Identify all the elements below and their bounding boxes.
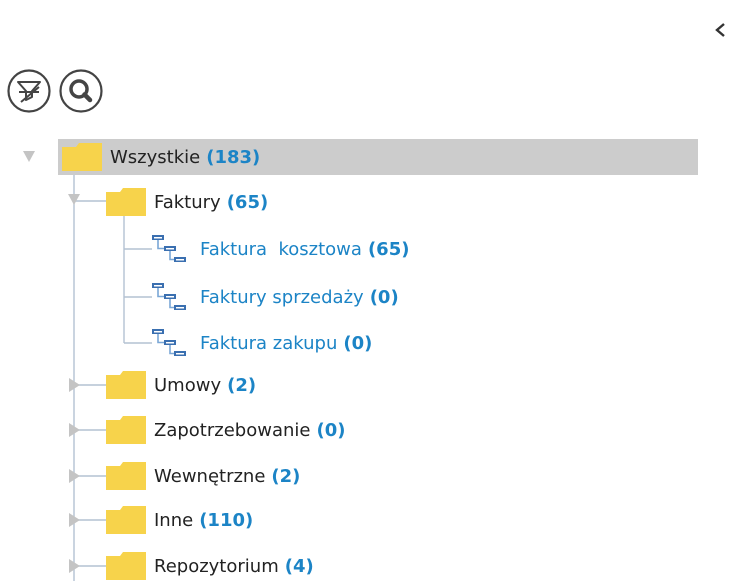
tree-node-label: Inne (110) bbox=[154, 510, 253, 531]
report-icon bbox=[152, 235, 186, 262]
node-count: (65) bbox=[367, 238, 410, 260]
tree-node-label: Faktury (65) bbox=[154, 192, 268, 213]
node-name: Repozytorium bbox=[154, 555, 279, 577]
node-name: Zapotrzebowanie bbox=[154, 419, 311, 441]
folder-icon bbox=[106, 462, 146, 490]
tree-node-faktury[interactable]: Faktury (65) bbox=[106, 184, 268, 220]
folder-icon bbox=[106, 552, 146, 580]
triangle-down-icon[interactable] bbox=[67, 193, 83, 207]
folder-icon bbox=[106, 416, 146, 444]
node-name: Faktura zakupu bbox=[200, 332, 338, 354]
node-name: Inne bbox=[154, 509, 194, 531]
node-count: (2) bbox=[271, 465, 301, 487]
node-name: Umowy bbox=[154, 374, 222, 396]
tree-node-label: Umowy (2) bbox=[154, 375, 256, 396]
tree-node-repozytorium[interactable]: Repozytorium (4) bbox=[106, 548, 314, 584]
triangle-right-icon[interactable] bbox=[68, 377, 82, 393]
tree-node-zapotrzebowanie[interactable]: Zapotrzebowanie (0) bbox=[106, 412, 345, 448]
tree-node-label: Wewnętrzne (2) bbox=[154, 466, 300, 487]
node-count: (2) bbox=[227, 374, 257, 396]
tree-node-umowy[interactable]: Umowy (2) bbox=[106, 367, 256, 403]
folder-icon bbox=[106, 188, 146, 216]
tree-node-faktury-sprzedazy[interactable]: Faktury sprzedaży (0) bbox=[150, 279, 399, 315]
node-count: (0) bbox=[343, 332, 373, 354]
tree-node-label: Repozytorium (4) bbox=[154, 556, 314, 577]
node-count: (110) bbox=[199, 509, 254, 531]
tree-node-faktura-zakupu[interactable]: Faktura zakupu (0) bbox=[150, 325, 372, 361]
node-name: Faktury bbox=[154, 191, 221, 213]
node-count: (4) bbox=[284, 555, 314, 577]
node-count: (0) bbox=[369, 286, 399, 308]
tree-node-faktura-kosztowa[interactable]: Faktura kosztowa (65) bbox=[150, 231, 409, 267]
report-icon bbox=[152, 329, 186, 356]
tree-node-label: Faktura kosztowa (65) bbox=[200, 239, 409, 260]
node-name: Wszystkie bbox=[110, 146, 201, 168]
triangle-down-icon[interactable] bbox=[22, 150, 38, 164]
node-name: Faktura kosztowa bbox=[200, 238, 362, 260]
node-count: (65) bbox=[226, 191, 269, 213]
tree-node-label: Faktura zakupu (0) bbox=[200, 333, 372, 354]
node-name: Wewnętrzne bbox=[154, 465, 266, 487]
tree-node-inne[interactable]: Inne (110) bbox=[106, 502, 253, 538]
folder-icon bbox=[106, 506, 146, 534]
triangle-right-icon[interactable] bbox=[68, 558, 82, 574]
folder-icon bbox=[106, 371, 146, 399]
triangle-right-icon[interactable] bbox=[68, 468, 82, 484]
folder-icon bbox=[62, 143, 102, 171]
triangle-right-icon[interactable] bbox=[68, 422, 82, 438]
tree-node-wewnetrzne[interactable]: Wewnętrzne (2) bbox=[106, 458, 300, 494]
tree-node-label: Zapotrzebowanie (0) bbox=[154, 420, 345, 441]
node-count: (183) bbox=[206, 146, 261, 168]
triangle-right-icon[interactable] bbox=[68, 512, 82, 528]
tree-node-wszystkie[interactable]: Wszystkie (183) bbox=[58, 139, 698, 175]
node-count: (0) bbox=[316, 419, 346, 441]
tree-node-label: Faktury sprzedaży (0) bbox=[200, 287, 399, 308]
node-name: Faktury sprzedaży bbox=[200, 286, 364, 308]
tree-node-label: Wszystkie (183) bbox=[110, 147, 260, 168]
report-icon bbox=[152, 283, 186, 310]
